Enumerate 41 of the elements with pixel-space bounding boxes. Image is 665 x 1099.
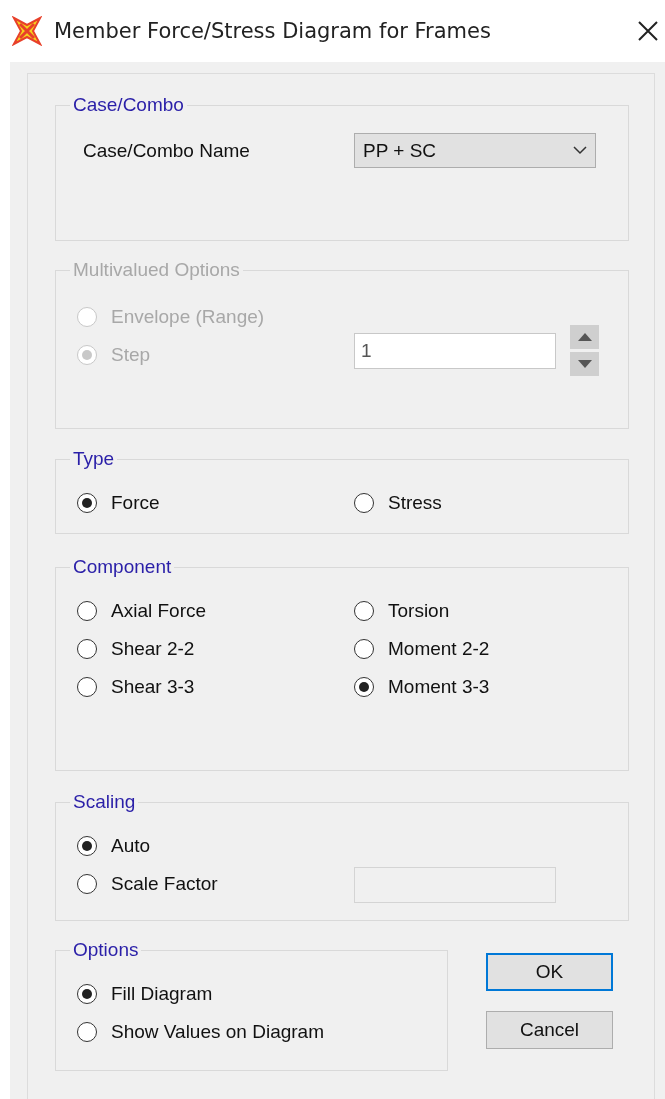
radio-button[interactable] xyxy=(77,874,97,894)
option-label: Envelope (Range) xyxy=(111,305,265,328)
option-label[interactable]: Fill Diagram xyxy=(111,983,213,1005)
app-logo-icon xyxy=(12,16,42,46)
option-label[interactable]: Shear 2-2 xyxy=(111,638,195,660)
radio-button[interactable] xyxy=(354,493,374,513)
option-label[interactable]: Shear 3-3 xyxy=(111,676,195,698)
option-label[interactable]: Moment 2-2 xyxy=(388,638,490,660)
radio-button[interactable] xyxy=(77,639,97,659)
radio-button[interactable] xyxy=(77,601,97,621)
option-label[interactable]: Force xyxy=(111,492,160,514)
radio-button[interactable] xyxy=(354,639,374,659)
option-label[interactable]: Moment 3-3 xyxy=(388,676,490,698)
radio-button[interactable] xyxy=(77,677,97,697)
option-label[interactable]: Scale Factor xyxy=(111,873,218,895)
dialog-button[interactable]: OK xyxy=(486,953,613,991)
group-title: Component xyxy=(72,556,173,578)
case-combo-dropdown[interactable]: PP + SC xyxy=(354,133,596,168)
option-label[interactable]: Auto xyxy=(111,835,151,857)
scale-factor-field[interactable] xyxy=(354,867,556,903)
close-icon[interactable] xyxy=(637,20,659,42)
dialog-button[interactable]: Cancel xyxy=(486,1011,613,1049)
option-label: Step xyxy=(111,343,151,366)
group-title: Case/Combo xyxy=(72,94,185,116)
option-label[interactable]: Stress xyxy=(388,492,442,514)
field-label: Case/Combo Name xyxy=(83,139,251,162)
group-title: Multivalued Options xyxy=(72,259,241,281)
radio-button[interactable] xyxy=(77,1022,97,1042)
radio-button[interactable] xyxy=(354,677,374,697)
option-label[interactable]: Show Values on Diagram xyxy=(111,1021,324,1043)
group-title: Options xyxy=(72,939,140,961)
radio-button[interactable] xyxy=(77,984,97,1004)
radio-button[interactable] xyxy=(354,601,374,621)
chevron-down-icon xyxy=(573,146,587,155)
radio-button[interactable] xyxy=(77,836,97,856)
window-title: Member Force/Stress Diagram for Frames xyxy=(54,19,491,43)
option-label[interactable]: Torsion xyxy=(388,600,450,622)
option-label[interactable]: Axial Force xyxy=(111,600,207,622)
group-title: Type xyxy=(72,448,116,470)
group-title: Scaling xyxy=(72,791,137,813)
radio-button[interactable] xyxy=(77,493,97,513)
